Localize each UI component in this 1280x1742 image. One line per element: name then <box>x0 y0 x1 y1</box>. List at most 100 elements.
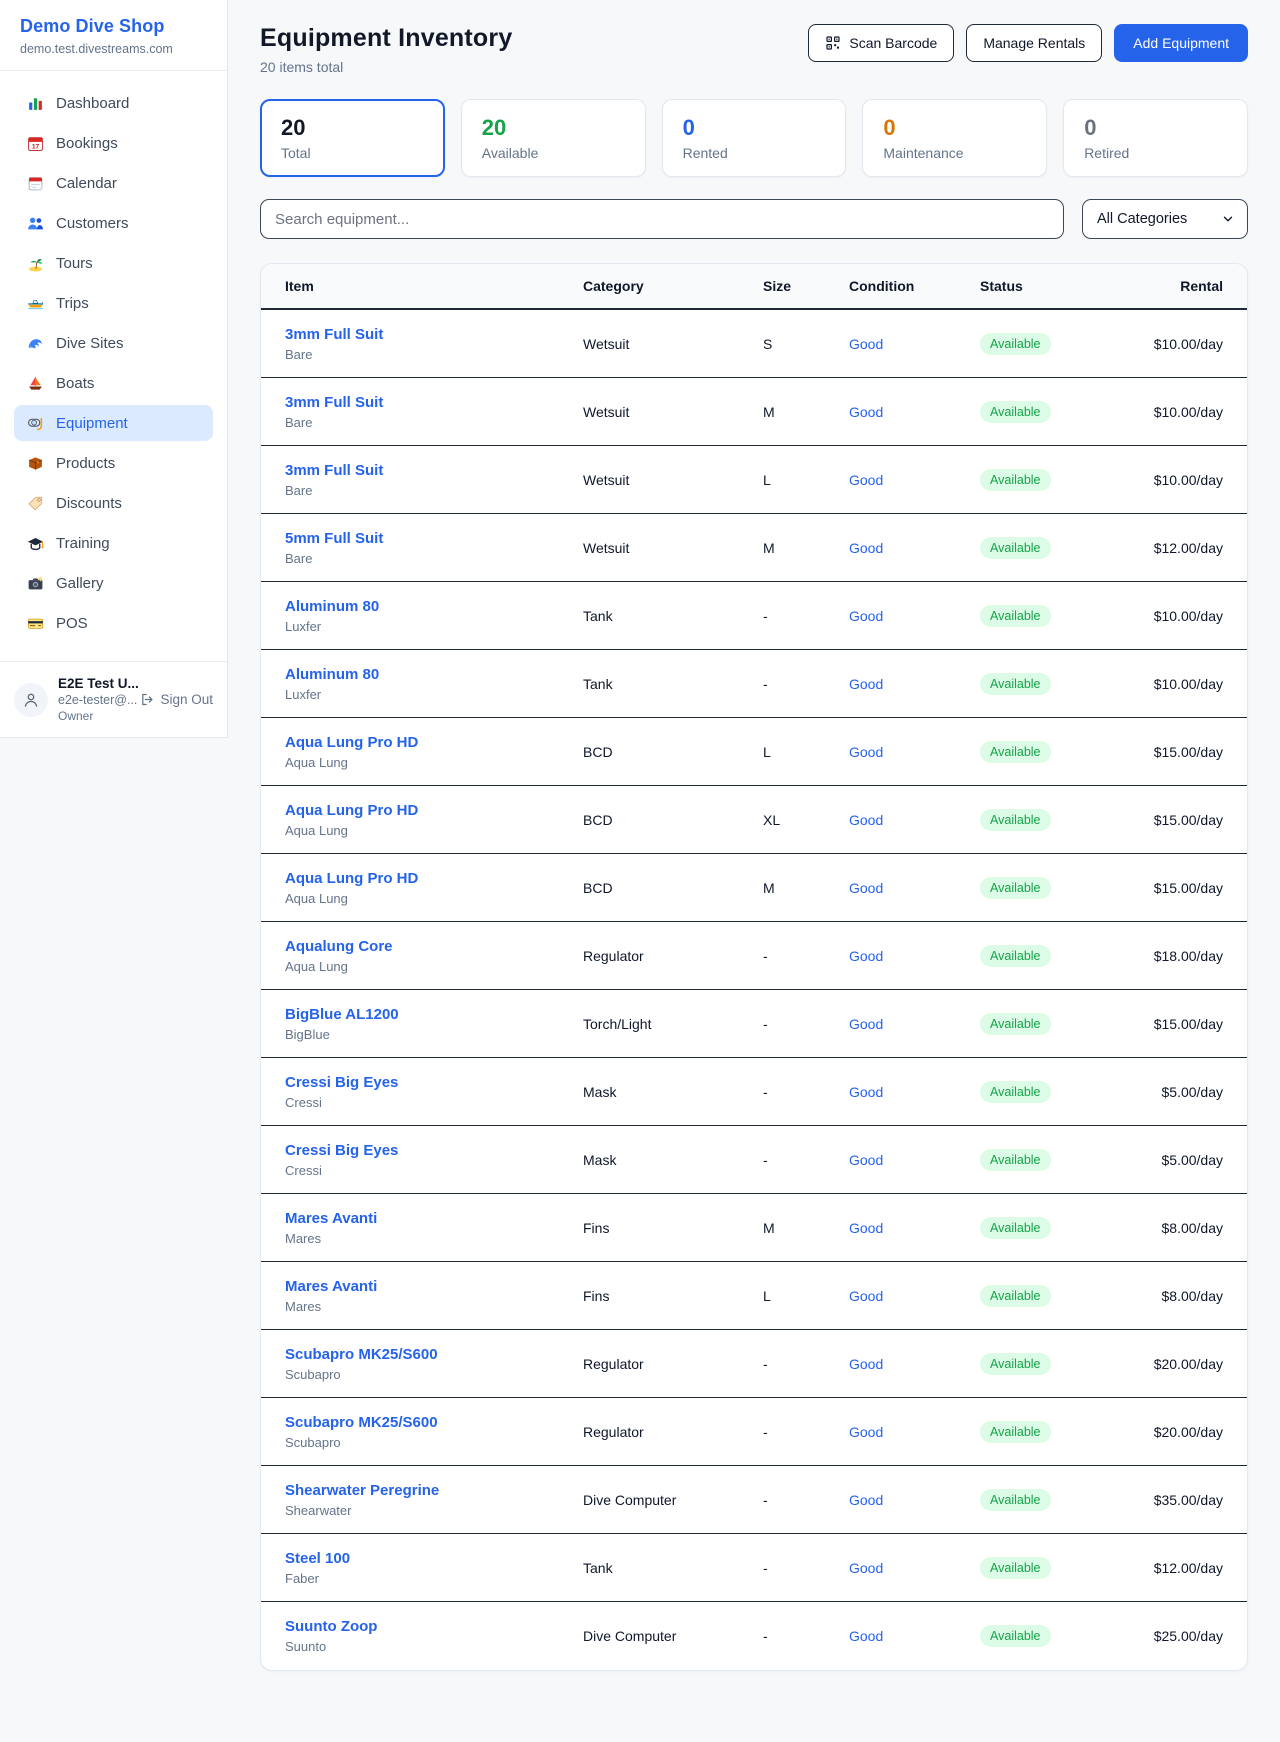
scan-barcode-button[interactable]: Scan Barcode <box>808 24 954 62</box>
sidebar-column: Demo Dive Shop demo.test.divestreams.com… <box>0 0 228 1742</box>
item-brand: Shearwater <box>285 1503 583 1518</box>
status-badge: Available <box>980 1421 1051 1443</box>
status-badge: Available <box>980 333 1051 355</box>
column-header-rental: Rental <box>1120 278 1223 294</box>
stat-card-rented[interactable]: 0Rented <box>662 99 847 177</box>
sidebar-item-discounts[interactable]: Discounts <box>14 485 213 521</box>
item-name-link[interactable]: 3mm Full Suit <box>285 326 583 343</box>
item-cell: Aluminum 80Luxfer <box>285 598 583 634</box>
sidebar-item-products[interactable]: Products <box>14 445 213 481</box>
item-name-link[interactable]: Mares Avanti <box>285 1210 583 1227</box>
item-name-link[interactable]: BigBlue AL1200 <box>285 1006 583 1023</box>
column-header-status: Status <box>980 278 1120 294</box>
sidebar-item-label: Discounts <box>56 495 122 512</box>
status-badge: Available <box>980 1625 1051 1647</box>
condition-cell: Good <box>849 540 980 556</box>
item-cell: Aqualung CoreAqua Lung <box>285 938 583 974</box>
sidebar-item-equipment[interactable]: Equipment <box>14 405 213 441</box>
condition-cell: Good <box>849 1220 980 1236</box>
status-cell: Available <box>980 1489 1120 1511</box>
condition-cell: Good <box>849 1492 980 1508</box>
condition-cell: Good <box>849 880 980 896</box>
sidebar-item-calendar[interactable]: Calendar <box>14 165 213 201</box>
size-cell: - <box>763 1356 849 1372</box>
rental-cell: $8.00/day <box>1120 1288 1223 1304</box>
item-name-link[interactable]: Mares Avanti <box>285 1278 583 1295</box>
table-row: Scubapro MK25/S600ScubaproRegulator-Good… <box>261 1330 1247 1398</box>
table-row: Mares AvantiMaresFinsMGoodAvailable$8.00… <box>261 1194 1247 1262</box>
size-cell: M <box>763 404 849 420</box>
item-name-link[interactable]: Cressi Big Eyes <box>285 1074 583 1091</box>
item-name-link[interactable]: Scubapro MK25/S600 <box>285 1346 583 1363</box>
sign-out-label: Sign Out <box>160 692 213 707</box>
sidebar-item-boats[interactable]: Boats <box>14 365 213 401</box>
status-cell: Available <box>980 1353 1120 1375</box>
category-cell: Torch/Light <box>583 1016 763 1032</box>
rental-cell: $15.00/day <box>1120 744 1223 760</box>
table-row: Aluminum 80LuxferTank-GoodAvailable$10.0… <box>261 582 1247 650</box>
stat-card-retired[interactable]: 0Retired <box>1063 99 1248 177</box>
stat-value: 20 <box>482 115 625 141</box>
item-name-link[interactable]: Steel 100 <box>285 1550 583 1567</box>
rental-cell: $35.00/day <box>1120 1492 1223 1508</box>
item-name-link[interactable]: 5mm Full Suit <box>285 530 583 547</box>
sidebar-item-pos[interactable]: POS <box>14 605 213 641</box>
table-row: Mares AvantiMaresFinsLGoodAvailable$8.00… <box>261 1262 1247 1330</box>
table-row: 5mm Full SuitBareWetsuitMGoodAvailable$1… <box>261 514 1247 582</box>
status-badge: Available <box>980 673 1051 695</box>
status-cell: Available <box>980 1217 1120 1239</box>
rental-cell: $12.00/day <box>1120 540 1223 556</box>
sidebar-item-label: Bookings <box>56 135 118 152</box>
item-name-link[interactable]: Aluminum 80 <box>285 666 583 683</box>
stat-label: Maintenance <box>883 145 1026 161</box>
item-name-link[interactable]: Aqua Lung Pro HD <box>285 734 583 751</box>
sidebar-item-dive-sites[interactable]: Dive Sites <box>14 325 213 361</box>
sidebar-item-trips[interactable]: Trips <box>14 285 213 321</box>
status-badge: Available <box>980 401 1051 423</box>
sign-out-button[interactable]: Sign Out <box>140 692 213 707</box>
condition-cell: Good <box>849 472 980 488</box>
sidebar-item-gallery[interactable]: Gallery <box>14 565 213 601</box>
item-name-link[interactable]: 3mm Full Suit <box>285 462 583 479</box>
stat-card-available[interactable]: 20Available <box>461 99 646 177</box>
rental-cell: $15.00/day <box>1120 812 1223 828</box>
category-cell: Mask <box>583 1152 763 1168</box>
stat-value: 0 <box>883 115 1026 141</box>
status-cell: Available <box>980 537 1120 559</box>
sidebar-item-label: Equipment <box>56 415 128 432</box>
table-row: Aluminum 80LuxferTank-GoodAvailable$10.0… <box>261 650 1247 718</box>
status-cell: Available <box>980 1421 1120 1443</box>
sidebar-item-label: POS <box>56 615 88 632</box>
status-badge: Available <box>980 809 1051 831</box>
sidebar-item-tours[interactable]: Tours <box>14 245 213 281</box>
item-name-link[interactable]: Aqua Lung Pro HD <box>285 870 583 887</box>
brand-title[interactable]: Demo Dive Shop <box>20 16 207 37</box>
add-equipment-button[interactable]: Add Equipment <box>1114 24 1248 62</box>
item-name-link[interactable]: Aluminum 80 <box>285 598 583 615</box>
item-name-link[interactable]: 3mm Full Suit <box>285 394 583 411</box>
sidebar-item-dashboard[interactable]: Dashboard <box>14 85 213 121</box>
sidebar-item-bookings[interactable]: 17Bookings <box>14 125 213 161</box>
sidebar-item-customers[interactable]: Customers <box>14 205 213 241</box>
item-name-link[interactable]: Cressi Big Eyes <box>285 1142 583 1159</box>
stat-card-maintenance[interactable]: 0 Maintenance <box>862 99 1047 177</box>
item-name-link[interactable]: Shearwater Peregrine <box>285 1482 583 1499</box>
manage-rentals-button[interactable]: Manage Rentals <box>966 24 1102 62</box>
item-name-link[interactable]: Aqualung Core <box>285 938 583 955</box>
stat-value: 0 <box>1084 115 1227 141</box>
stat-label: Rented <box>683 145 826 161</box>
search-input[interactable] <box>260 199 1064 239</box>
condition-cell: Good <box>849 812 980 828</box>
category-cell: Tank <box>583 608 763 624</box>
condition-cell: Good <box>849 1356 980 1372</box>
category-cell: Wetsuit <box>583 540 763 556</box>
item-name-link[interactable]: Aqua Lung Pro HD <box>285 802 583 819</box>
status-cell: Available <box>980 469 1120 491</box>
item-name-link[interactable]: Scubapro MK25/S600 <box>285 1414 583 1431</box>
stat-card-total[interactable]: 20Total <box>260 99 445 177</box>
sidebar-item-training[interactable]: Training <box>14 525 213 561</box>
rental-cell: $18.00/day <box>1120 948 1223 964</box>
condition-cell: Good <box>849 608 980 624</box>
item-name-link[interactable]: Suunto Zoop <box>285 1618 583 1635</box>
category-select[interactable]: All Categories <box>1082 199 1248 239</box>
